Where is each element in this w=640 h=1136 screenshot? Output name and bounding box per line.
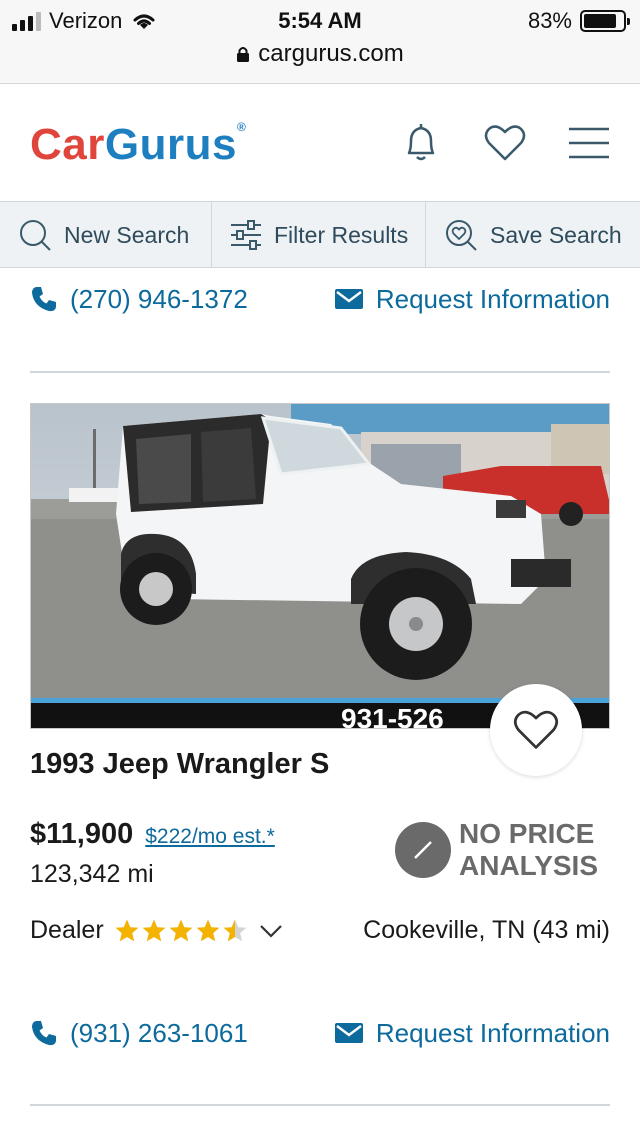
heart-icon [484,125,526,161]
url-text: cargurus.com [258,40,404,67]
lock-icon [237,47,250,62]
chevron-down-icon[interactable] [258,922,284,940]
listing-divider [30,371,610,373]
prev-listing-contact: (270) 946-1372 Request Information [30,279,610,319]
battery-percent: 83% [527,8,572,33]
star-icon [196,919,220,941]
price-analysis-badge: NO PRICE ANALYSIS [395,818,598,882]
envelope-icon [334,289,363,309]
listing-photo[interactable]: 931-526 [30,403,610,729]
battery-info: 83% [527,8,630,34]
star-icon [142,919,166,941]
price-analysis-text: NO PRICE ANALYSIS [459,818,599,881]
save-listing-button[interactable] [490,684,582,776]
seller-type: Dealer [30,916,104,944]
call-dealer-link[interactable]: (931) 263-1061 [30,1018,248,1049]
phone-icon [32,287,56,312]
dealer-rating-stars [114,918,248,944]
envelope-icon [334,1023,363,1043]
request-information-link[interactable]: Request Information [334,1018,610,1049]
jeep-photo: 931-526 [31,404,609,729]
save-search-icon [446,220,477,251]
monthly-estimate-link[interactable]: $222/mo est.* [145,825,275,849]
listing-contact: (931) 263-1061 Request Information [30,1013,610,1053]
notifications-button[interactable] [396,118,446,168]
listing-location: Cookeville, TN (43 mi) [363,916,610,944]
star-icon [115,919,139,941]
menu-icon [569,127,609,159]
listing-title[interactable]: 1993 Jeep Wrangler S [30,748,329,781]
bell-icon [407,124,435,161]
no-price-icon [395,822,451,878]
sliders-icon [231,220,261,250]
dealer-info[interactable]: Dealer [30,916,284,945]
browser-status-bar: Verizon 5:54 AM 83% cargurus.com [0,0,640,84]
save-search-button[interactable]: Save Search [426,202,640,268]
search-toolbar: New Search Filter Results Save Search [0,202,640,268]
price-line: $11,900 $222/mo est.* [30,818,275,851]
new-search-button[interactable]: New Search [0,202,212,268]
request-information-link[interactable]: Request Information [334,284,610,315]
listing-price: $11,900 [30,818,134,850]
heart-icon [513,710,559,749]
star-icon [223,919,247,941]
listing-divider [30,1104,610,1106]
svg-text:931-526: 931-526 [341,703,444,729]
call-dealer-link[interactable]: (270) 946-1372 [30,284,248,315]
phone-icon [32,1021,56,1046]
menu-button[interactable] [564,118,614,168]
battery-icon [580,10,630,32]
listing-mileage: 123,342 mi [30,860,154,888]
site-header: CarGurus® [0,84,640,202]
address-bar[interactable]: cargurus.com [0,40,640,68]
star-icon [169,919,193,941]
filter-results-button[interactable]: Filter Results [212,202,426,268]
search-icon [20,220,51,251]
saved-listings-button[interactable] [480,118,530,168]
cargurus-logo[interactable]: CarGurus® [30,120,246,170]
